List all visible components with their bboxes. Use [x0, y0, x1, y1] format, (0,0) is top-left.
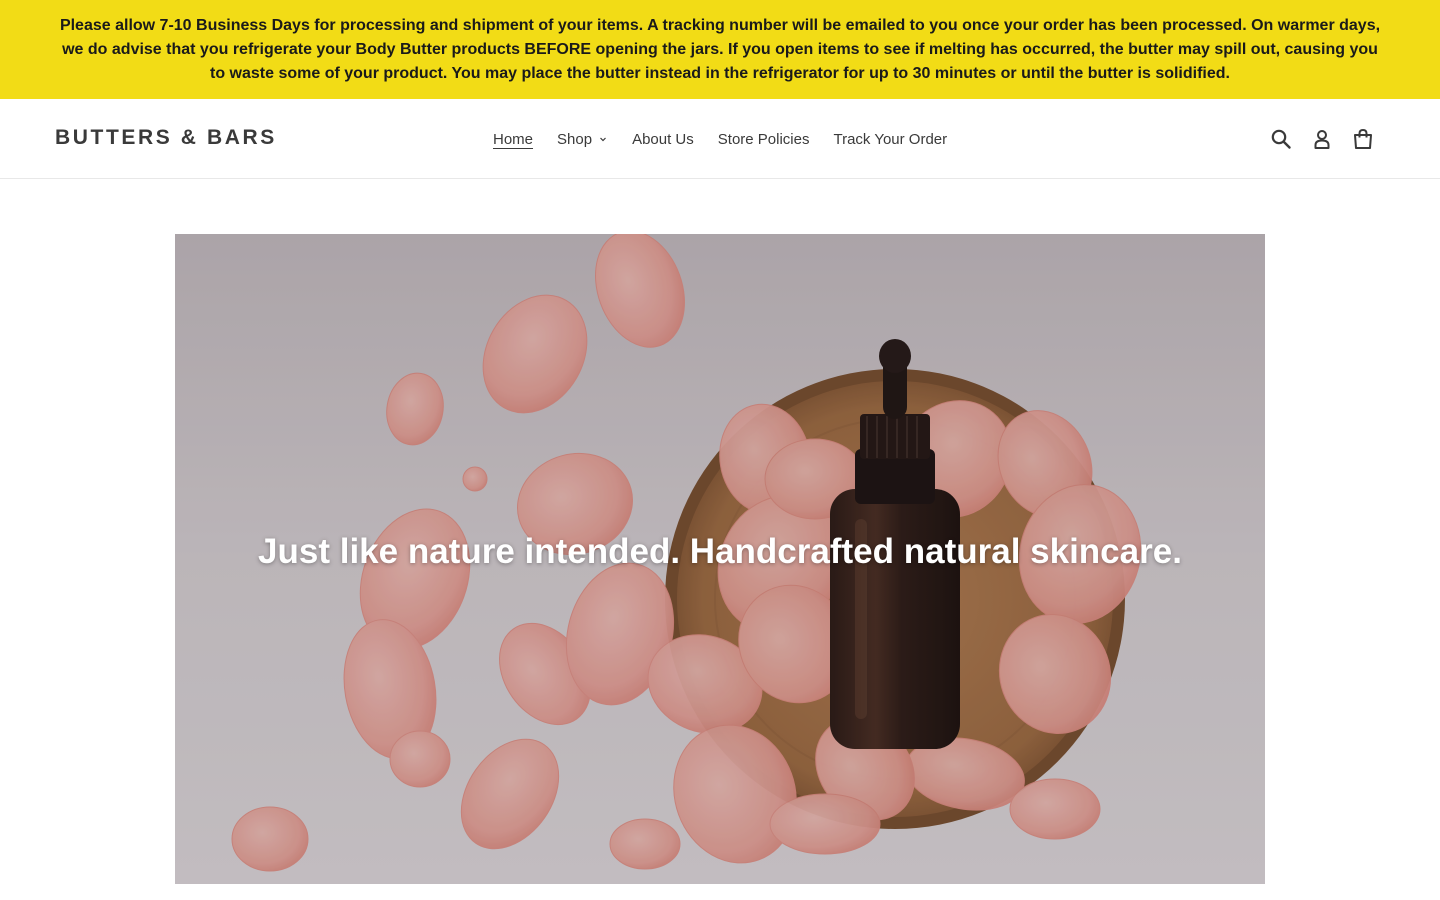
site-header: BUTTERS & BARS Home Shop About Us Store …: [0, 99, 1440, 179]
nav-item-label: Store Policies: [717, 130, 810, 148]
account-icon[interactable]: [1309, 126, 1335, 152]
nav-item-shop[interactable]: Shop: [545, 131, 620, 148]
nav-item-label: Track Your Order: [833, 130, 948, 148]
site-logo[interactable]: BUTTERS & BARS: [55, 126, 277, 150]
chevron-down-icon: [598, 134, 608, 144]
main-nav: Home Shop About Us Store Policies Track …: [481, 127, 959, 151]
nav-item-label: About Us: [632, 130, 694, 148]
announcement-bar: Please allow 7-10 Business Days for proc…: [0, 0, 1440, 99]
nav-item-label: Home: [493, 130, 534, 148]
header-icons: [1268, 126, 1376, 152]
hero-title: Just like nature intended. Handcrafted n…: [258, 532, 1182, 571]
nav-item-about-us[interactable]: About Us: [620, 131, 706, 148]
search-icon[interactable]: [1268, 126, 1294, 152]
hero-banner: Just like nature intended. Handcrafted n…: [175, 234, 1265, 884]
cart-icon[interactable]: [1350, 126, 1376, 152]
nav-item-store-policies[interactable]: Store Policies: [706, 131, 822, 148]
nav-item-track-your-order[interactable]: Track Your Order: [821, 131, 959, 148]
announcement-text: Please allow 7-10 Business Days for proc…: [59, 16, 1381, 82]
nav-item-home[interactable]: Home: [481, 131, 545, 148]
nav-item-label: Shop: [557, 130, 593, 148]
